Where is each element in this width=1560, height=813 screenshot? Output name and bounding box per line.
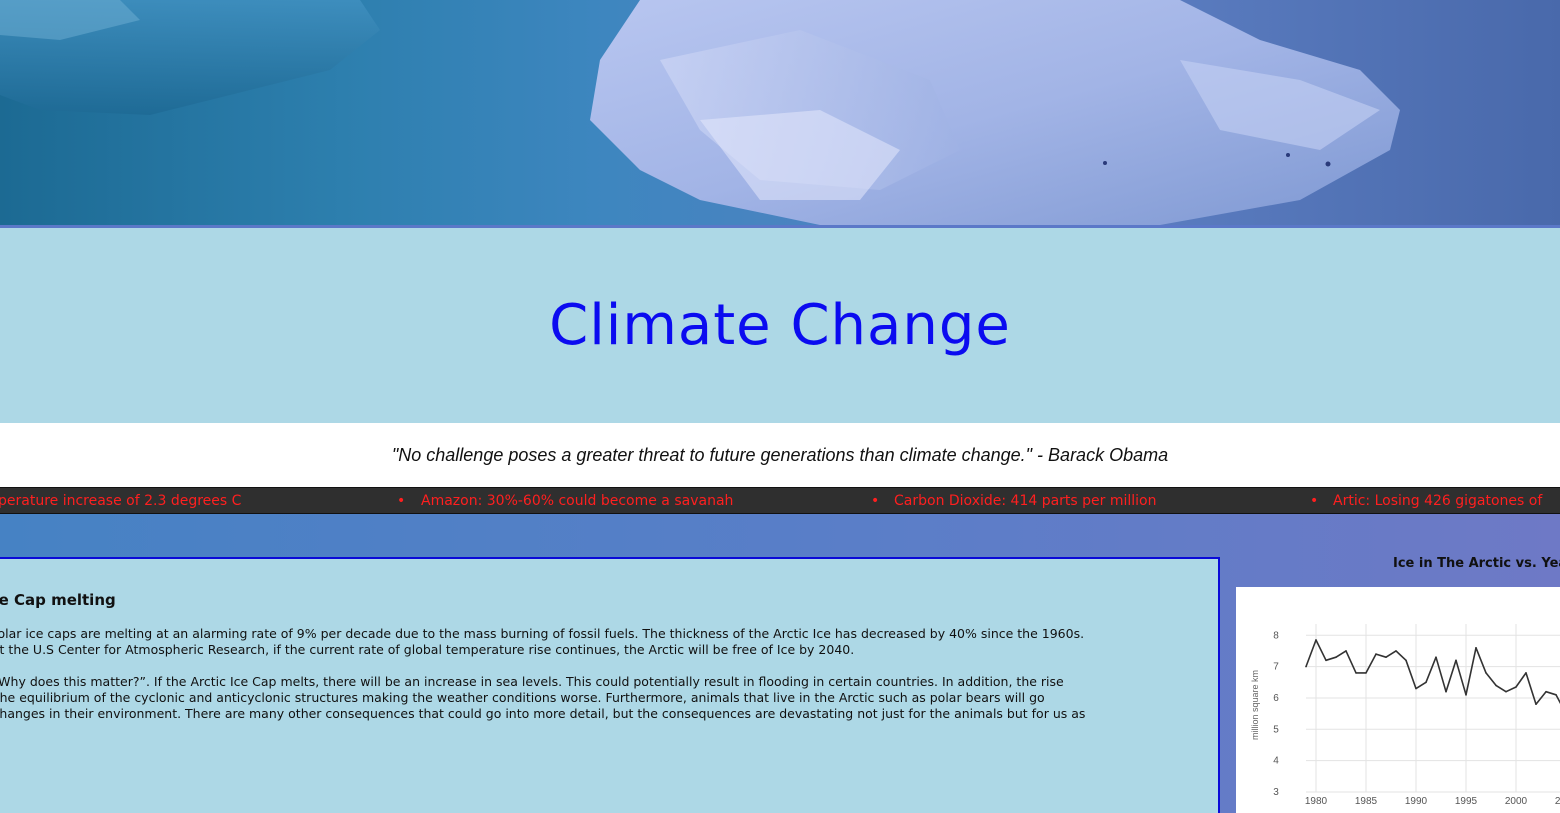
- data-point: [1385, 656, 1387, 659]
- arctic-ice-chart: 3 4 5 6 7 8 1980 1985 1990 1995 2000 2005 million s…: [1236, 587, 1560, 813]
- data-point: [1505, 690, 1507, 693]
- x-tick-label: 1985: [1355, 796, 1378, 807]
- data-point: [1345, 650, 1347, 652]
- quote-text: "No challenge poses a greater threat to …: [391, 445, 1169, 465]
- data-point: [1525, 672, 1527, 674]
- x-tick-label: 2005: [1555, 796, 1560, 807]
- x-tick-label: 1995: [1455, 796, 1478, 807]
- series-line-arctic-ice: [1305, 639, 1560, 705]
- ticker-item: Carbon Dioxide: 414 parts per million: [894, 493, 1157, 509]
- ticker-bullet: •: [397, 493, 406, 509]
- data-point: [1465, 694, 1467, 696]
- paragraph-line: upt the equilibrium of the cyclonic and …: [0, 690, 1045, 705]
- article-paragraph: sk, “Why does this matter?”. If the Arct…: [0, 674, 1218, 722]
- x-tick-label: 1990: [1405, 796, 1428, 807]
- hero-image: [0, 0, 1560, 225]
- data-point: [1305, 665, 1307, 668]
- chart-title: Ice in The Arctic vs. Yea: [1393, 556, 1560, 571]
- y-tick-label: 4: [1273, 756, 1279, 767]
- y-axis-label: million square km: [1250, 670, 1260, 740]
- y-tick-label: 6: [1273, 693, 1279, 704]
- x-tick-label: 1980: [1305, 796, 1328, 807]
- data-point: [1355, 672, 1357, 674]
- ticker-bullet: •: [871, 493, 880, 509]
- article-card: c Ice Cap melting he polar ice caps are …: [0, 557, 1220, 813]
- y-tick-label: 3: [1273, 787, 1279, 798]
- data-point: [1445, 690, 1447, 693]
- data-point: [1375, 653, 1377, 655]
- data-point: [1395, 650, 1397, 652]
- ticker-item: Amazon: 30%-60% could become a savanah: [421, 493, 734, 509]
- data-point: [1335, 656, 1337, 659]
- ticker-bullet: •: [1310, 493, 1319, 509]
- ticker-item: perature increase of 2.3 degrees C: [0, 493, 242, 509]
- y-tick-label: 8: [1273, 630, 1279, 641]
- chart-series: [1305, 639, 1560, 706]
- data-point: [1325, 659, 1327, 662]
- data-point: [1485, 672, 1487, 674]
- data-point: [1455, 659, 1457, 662]
- chart-canvas: 3 4 5 6 7 8 1980 1985 1990 1995 2000 2005 million s…: [1250, 624, 1560, 807]
- data-point: [1535, 703, 1537, 706]
- chart-grid: [1306, 624, 1560, 793]
- data-point: [1425, 681, 1427, 684]
- y-tick-label: 5: [1273, 724, 1279, 735]
- data-point: [1405, 659, 1407, 662]
- paragraph-line: sts at the U.S Center for Atmospheric Re…: [0, 642, 855, 657]
- data-point: [1365, 672, 1367, 674]
- ticker-item: Artic: Losing 426 gigatones of: [1333, 493, 1543, 509]
- article-paragraph: he polar ice caps are melting at an alar…: [0, 626, 1218, 658]
- page-title: Climate Change: [549, 293, 1011, 358]
- data-point: [1415, 687, 1417, 690]
- article-heading: c Ice Cap melting: [0, 591, 116, 609]
- ice-photo: [0, 0, 1400, 225]
- data-point: [1435, 656, 1437, 659]
- data-point: [1315, 639, 1317, 641]
- paragraph-line: ive changes in their environment. There …: [0, 706, 1086, 721]
- x-tick-label: 2000: [1505, 796, 1528, 807]
- paragraph-line: sk, “Why does this matter?”. If the Arct…: [0, 674, 1064, 689]
- data-point: [1475, 647, 1477, 649]
- data-point: [1515, 686, 1517, 688]
- paragraph-line: he polar ice caps are melting at an alar…: [0, 626, 1085, 641]
- data-point: [1495, 684, 1497, 687]
- y-tick-label: 7: [1273, 662, 1279, 673]
- news-ticker: perature increase of 2.3 degrees C • Ama…: [0, 487, 1560, 514]
- data-point: [1545, 690, 1547, 693]
- data-point: [1555, 694, 1557, 696]
